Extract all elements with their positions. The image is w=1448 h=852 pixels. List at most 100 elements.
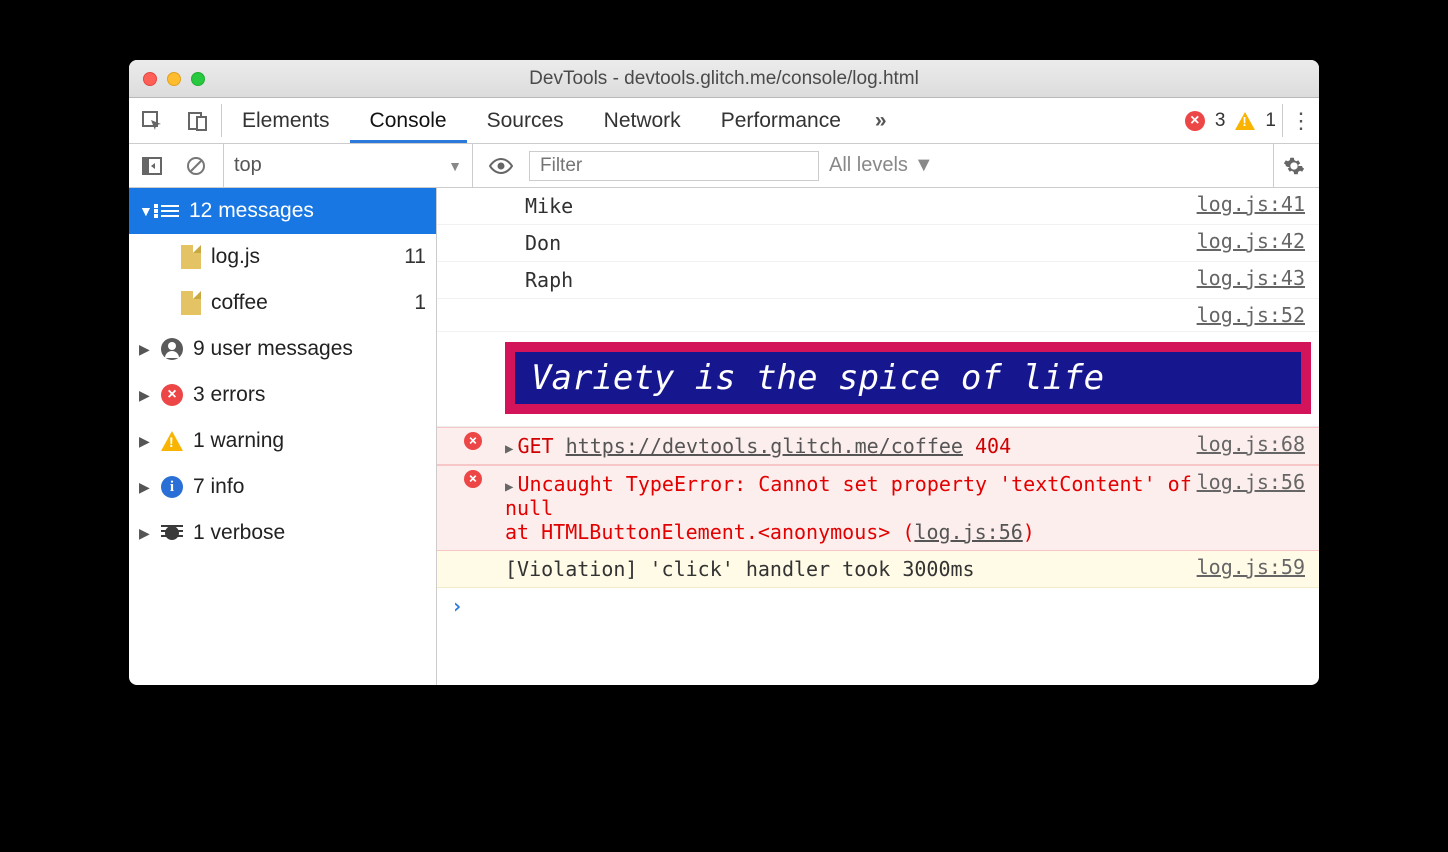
chevron-right-icon[interactable]: ▶ <box>505 479 513 495</box>
console-output: Mike log.js:41 Don log.js:42 Raph log.js… <box>437 188 1319 685</box>
console-prompt[interactable]: › <box>437 588 1319 624</box>
log-row[interactable]: Mike log.js:41 <box>437 188 1319 225</box>
sidebar-item-label: coffee <box>211 291 268 315</box>
minimize-icon[interactable] <box>167 72 181 86</box>
sidebar-item-verbose[interactable]: ▶ 1 verbose <box>129 510 436 556</box>
toggle-sidebar-icon[interactable] <box>135 156 169 176</box>
main-tabs: Elements Console Sources Network Perform… <box>129 98 1319 144</box>
tabs-overflow[interactable]: » <box>861 98 901 143</box>
stack-frame: at HTMLButtonElement.<anonymous> (log.js… <box>505 520 1035 544</box>
zoom-icon[interactable] <box>191 72 205 86</box>
violation-row[interactable]: [Violation] 'click' handler took 3000ms … <box>437 551 1319 588</box>
console-sidebar: ▼ 12 messages log.js 11 coffee 1 ▶ 9 use… <box>129 188 437 685</box>
error-message: Uncaught TypeError: Cannot set property … <box>505 472 1192 520</box>
log-source-link[interactable]: log.js:56 <box>1197 470 1311 494</box>
error-count: 3 <box>1215 110 1226 132</box>
styled-log-box: Variety is the spice of life <box>505 342 1311 414</box>
chevron-right-icon[interactable]: ▶ <box>505 441 513 457</box>
log-message: Raph <box>501 266 1197 294</box>
tab-network[interactable]: Network <box>584 98 701 143</box>
settings-icon[interactable] <box>1273 144 1313 187</box>
error-icon: × <box>161 384 183 406</box>
chevron-right-icon: ▶ <box>139 479 151 496</box>
titlebar: DevTools - devtools.glitch.me/console/lo… <box>129 60 1319 98</box>
menu-icon[interactable]: ⋮ <box>1283 98 1319 143</box>
chevron-right-icon: ▶ <box>139 387 151 404</box>
sidebar-item-count: 11 <box>404 245 426 269</box>
error-url[interactable]: https://devtools.glitch.me/coffee <box>566 434 963 458</box>
warning-badge-icon[interactable] <box>1235 112 1255 130</box>
info-icon: i <box>161 476 183 498</box>
log-message <box>501 303 1197 307</box>
sidebar-item-label: 9 user messages <box>193 337 353 361</box>
chevron-right-icon: ▶ <box>139 433 151 450</box>
chevron-down-icon: ▼ <box>139 203 151 219</box>
styled-log-text: Variety is the spice of life <box>515 352 1301 404</box>
bug-icon <box>161 522 183 544</box>
log-source-link[interactable]: log.js:52 <box>1197 303 1311 327</box>
file-icon <box>181 291 201 315</box>
console-toolbar: top ▼ All levels ▼ <box>129 144 1319 188</box>
levels-label: All levels <box>829 154 908 177</box>
sidebar-item-user-messages[interactable]: ▶ 9 user messages <box>129 326 436 372</box>
sidebar-item-label: 1 warning <box>193 429 284 453</box>
close-icon[interactable] <box>143 72 157 86</box>
stack-link[interactable]: log.js:56 <box>914 520 1022 544</box>
http-method: GET <box>517 434 553 458</box>
sidebar-file-logjs[interactable]: log.js 11 <box>129 234 436 280</box>
styled-log-row[interactable]: Variety is the spice of life <box>437 332 1319 427</box>
sidebar-item-label: 1 verbose <box>193 521 285 545</box>
violation-message: [Violation] 'click' handler took 3000ms <box>501 555 1197 583</box>
log-message: Mike <box>501 192 1197 220</box>
error-row-network[interactable]: × ▶GET https://devtools.glitch.me/coffee… <box>437 427 1319 465</box>
clear-console-icon[interactable] <box>179 156 213 176</box>
user-icon <box>161 338 183 360</box>
file-icon <box>181 245 201 269</box>
log-message: Don <box>501 229 1197 257</box>
filter-input[interactable] <box>529 151 819 181</box>
tab-console[interactable]: Console <box>350 98 467 143</box>
window-title: DevTools - devtools.glitch.me/console/lo… <box>129 68 1319 90</box>
chevron-down-icon: ▼ <box>448 158 462 174</box>
warning-count: 1 <box>1265 110 1276 132</box>
log-source-link[interactable]: log.js:68 <box>1197 432 1311 456</box>
log-row[interactable]: log.js:52 <box>437 299 1319 332</box>
context-label: top <box>234 154 262 177</box>
log-source-link[interactable]: log.js:59 <box>1197 555 1311 579</box>
filter-field[interactable] <box>529 151 819 181</box>
sidebar-item-messages[interactable]: ▼ 12 messages <box>129 188 436 234</box>
error-badge-icon[interactable]: × <box>1185 111 1205 131</box>
traffic-lights <box>143 72 205 86</box>
log-source-link[interactable]: log.js:43 <box>1197 266 1311 290</box>
log-levels-selector[interactable]: All levels ▼ <box>829 154 934 177</box>
sidebar-file-coffee[interactable]: coffee 1 <box>129 280 436 326</box>
live-expression-icon[interactable] <box>483 158 519 174</box>
chevron-right-icon: ▶ <box>139 341 151 358</box>
log-source-link[interactable]: log.js:42 <box>1197 229 1311 253</box>
log-row[interactable]: Don log.js:42 <box>437 225 1319 262</box>
log-source-link[interactable]: log.js:41 <box>1197 192 1311 216</box>
sidebar-item-label: 3 errors <box>193 383 265 407</box>
chevron-down-icon: ▼ <box>914 154 934 177</box>
list-icon <box>161 205 179 217</box>
chevron-right-icon: ▶ <box>139 525 151 542</box>
sidebar-item-label: 12 messages <box>189 199 314 223</box>
inspect-icon[interactable] <box>129 98 175 143</box>
log-row[interactable]: Raph log.js:43 <box>437 262 1319 299</box>
error-row-exception[interactable]: × ▶Uncaught TypeError: Cannot set proper… <box>437 465 1319 551</box>
error-icon: × <box>464 432 482 450</box>
warning-icon <box>161 431 183 451</box>
sidebar-item-count: 1 <box>414 291 426 315</box>
status-badges: × 3 1 <box>1185 98 1276 143</box>
tab-performance[interactable]: Performance <box>701 98 861 143</box>
sidebar-item-warning[interactable]: ▶ 1 warning <box>129 418 436 464</box>
tab-sources[interactable]: Sources <box>467 98 584 143</box>
tab-elements[interactable]: Elements <box>222 98 350 143</box>
devtools-window: DevTools - devtools.glitch.me/console/lo… <box>129 60 1319 685</box>
device-icon[interactable] <box>175 98 221 143</box>
context-selector[interactable]: top ▼ <box>223 144 473 187</box>
sidebar-item-errors[interactable]: ▶ × 3 errors <box>129 372 436 418</box>
sidebar-item-info[interactable]: ▶ i 7 info <box>129 464 436 510</box>
error-icon: × <box>464 470 482 488</box>
sidebar-item-label: 7 info <box>193 475 244 499</box>
